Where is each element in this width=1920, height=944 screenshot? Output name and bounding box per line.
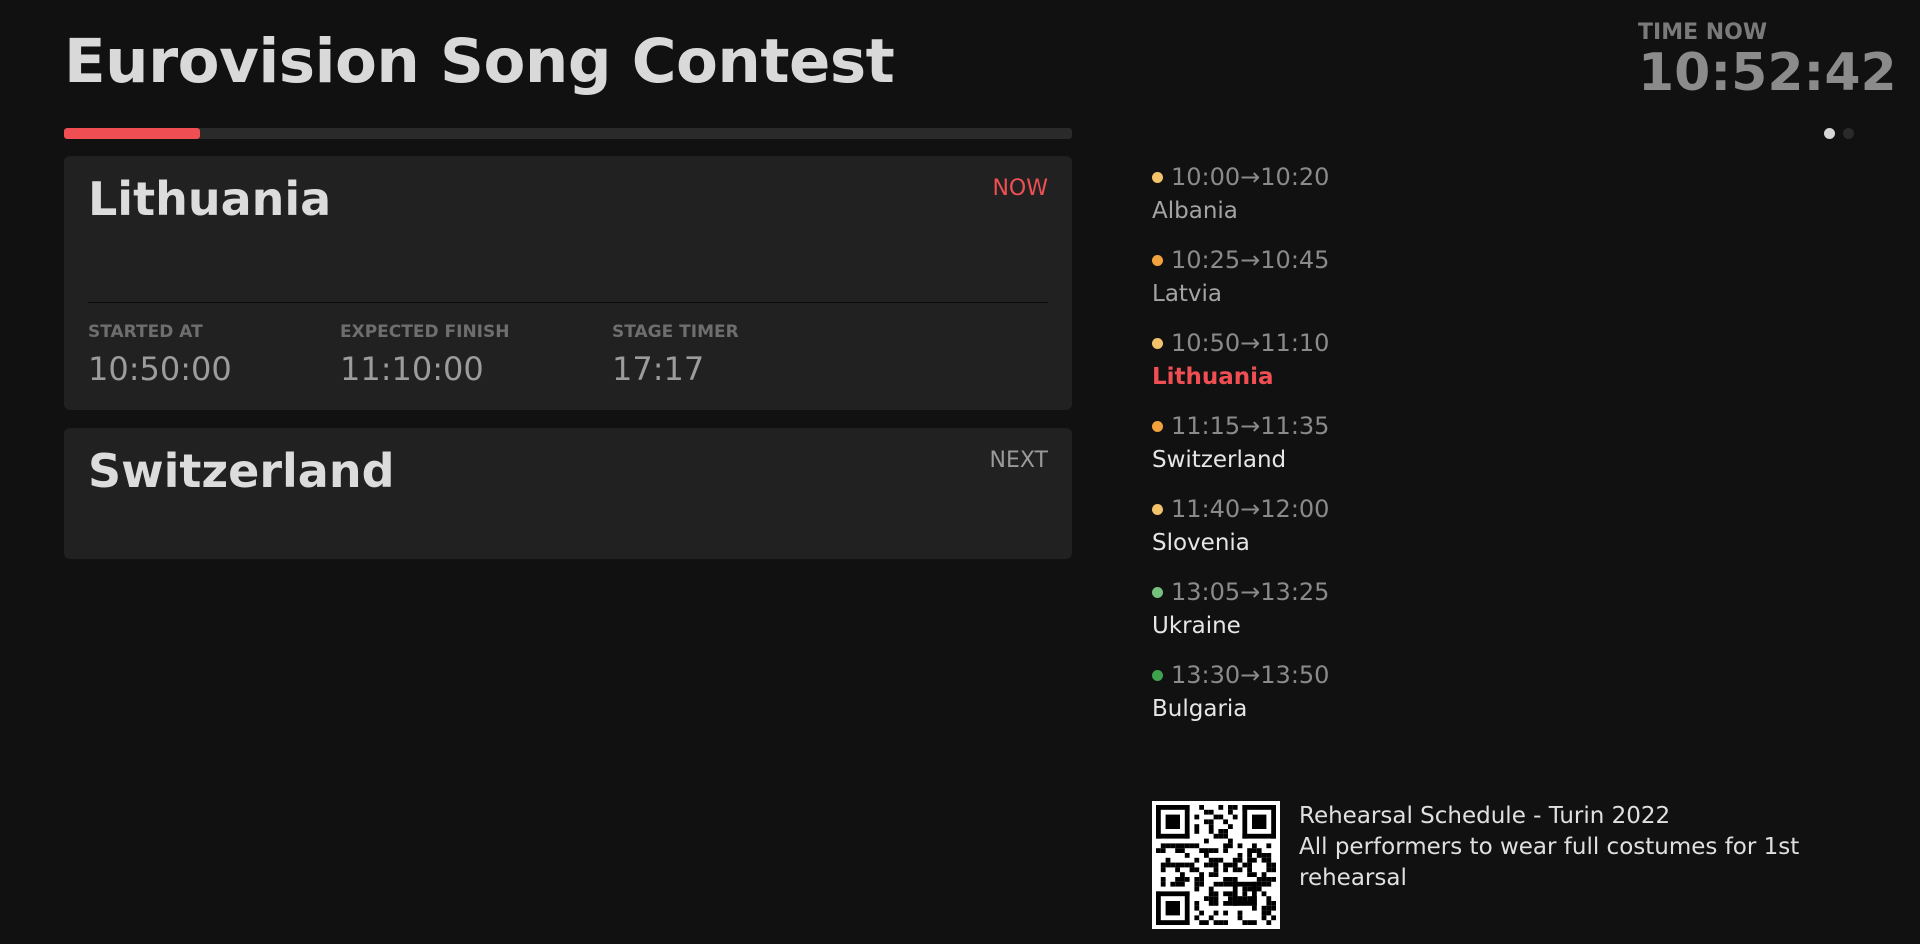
- status-dot-icon: [1152, 420, 1163, 432]
- stage-timer: STAGE TIMER 17:17: [612, 322, 739, 388]
- schedule-item-name: Bulgaria: [1152, 696, 1248, 722]
- schedule-item-time-text: 10:25→10:45: [1171, 246, 1330, 274]
- page-dot-1[interactable]: [1824, 128, 1835, 139]
- schedule-item: 10:50→11:10 Lithuania: [1152, 326, 1752, 409]
- status-dot-icon: [1152, 503, 1163, 515]
- started-at: STARTED AT 10:50:00: [88, 322, 232, 388]
- schedule-item-name: Lithuania: [1152, 364, 1274, 390]
- time-now-label: TIME NOW: [1638, 20, 1768, 45]
- stage-timer-value: 17:17: [612, 350, 705, 388]
- time-now-value: 10:52:42: [1638, 43, 1897, 103]
- schedule-item: 13:30→13:50 Bulgaria: [1152, 658, 1752, 741]
- schedule-item-time: 13:05→13:25: [1152, 575, 1752, 609]
- page-title: Eurovision Song Contest: [64, 26, 895, 97]
- next-event-card: Switzerland NEXT: [64, 428, 1072, 559]
- schedule-item-time-text: 11:15→11:35: [1171, 412, 1330, 440]
- status-dot-icon: [1152, 171, 1163, 183]
- time-now: TIME NOW 10:52:42: [1638, 20, 1897, 101]
- schedule-item: 11:15→11:35 Switzerland: [1152, 409, 1752, 492]
- stage-timer-label: STAGE TIMER: [612, 322, 739, 342]
- page-indicator: [1824, 128, 1854, 139]
- now-event-card: Lithuania NOW STARTED AT 10:50:00 EXPECT…: [64, 156, 1072, 410]
- status-dot-icon: [1152, 586, 1163, 598]
- schedule-item-time-text: 13:05→13:25: [1171, 578, 1330, 606]
- next-badge: NEXT: [989, 448, 1048, 473]
- schedule-item-time-text: 10:00→10:20: [1171, 163, 1330, 191]
- schedule-item-time-text: 13:30→13:50: [1171, 661, 1330, 689]
- schedule-list: 10:00→10:20 Albania 10:25→10:45 Latvia 10:50…: [1152, 160, 1752, 741]
- schedule-item-time: 11:15→11:35: [1152, 409, 1752, 443]
- status-dot-icon: [1152, 669, 1163, 681]
- expected-finish-value: 11:10:00: [340, 350, 484, 388]
- schedule-item-time: 10:25→10:45: [1152, 243, 1752, 277]
- schedule-item: 10:00→10:20 Albania: [1152, 160, 1752, 243]
- schedule-item-time: 13:30→13:50: [1152, 658, 1752, 692]
- schedule-item-time-text: 10:50→11:10: [1171, 329, 1330, 357]
- info-message: All performers to wear full costumes for…: [1299, 834, 1800, 891]
- event-progress-fill: [64, 128, 201, 139]
- page-dot-2[interactable]: [1843, 128, 1854, 139]
- started-at-value: 10:50:00: [88, 350, 232, 388]
- now-badge: NOW: [992, 176, 1048, 201]
- status-dot-icon: [1152, 254, 1163, 266]
- card-divider: [88, 302, 1048, 303]
- schedule-item: 11:40→12:00 Slovenia: [1152, 492, 1752, 575]
- expected-finish-label: EXPECTED FINISH: [340, 322, 510, 342]
- schedule-item: 10:25→10:45 Latvia: [1152, 243, 1752, 326]
- rundown-page: Eurovision Song Contest Lithuania NOW ST…: [0, 0, 1920, 944]
- event-progress-bar: [64, 128, 1072, 139]
- started-at-label: STARTED AT: [88, 322, 203, 342]
- info-title: Rehearsal Schedule - Turin 2022: [1299, 803, 1671, 829]
- schedule-item-name: Latvia: [1152, 281, 1223, 307]
- schedule-item-name: Slovenia: [1152, 530, 1250, 556]
- qr-code: [1152, 801, 1280, 929]
- schedule-item-time: 11:40→12:00: [1152, 492, 1752, 526]
- expected-finish: EXPECTED FINISH 11:10:00: [340, 322, 509, 388]
- schedule-item-time: 10:50→11:10: [1152, 326, 1752, 360]
- schedule-item-time-text: 11:40→12:00: [1171, 495, 1330, 523]
- now-event-name: Lithuania: [88, 172, 332, 226]
- schedule-item: 13:05→13:25 Ukraine: [1152, 575, 1752, 658]
- status-dot-icon: [1152, 337, 1163, 349]
- schedule-item-name: Ukraine: [1152, 613, 1241, 639]
- next-event-name: Switzerland: [88, 444, 395, 498]
- info-panel: Rehearsal Schedule - Turin 2022 All perf…: [1299, 801, 1819, 894]
- schedule-item-name: Albania: [1152, 198, 1238, 224]
- schedule-item-time: 10:00→10:20: [1152, 160, 1752, 194]
- schedule-item-name: Switzerland: [1152, 447, 1287, 473]
